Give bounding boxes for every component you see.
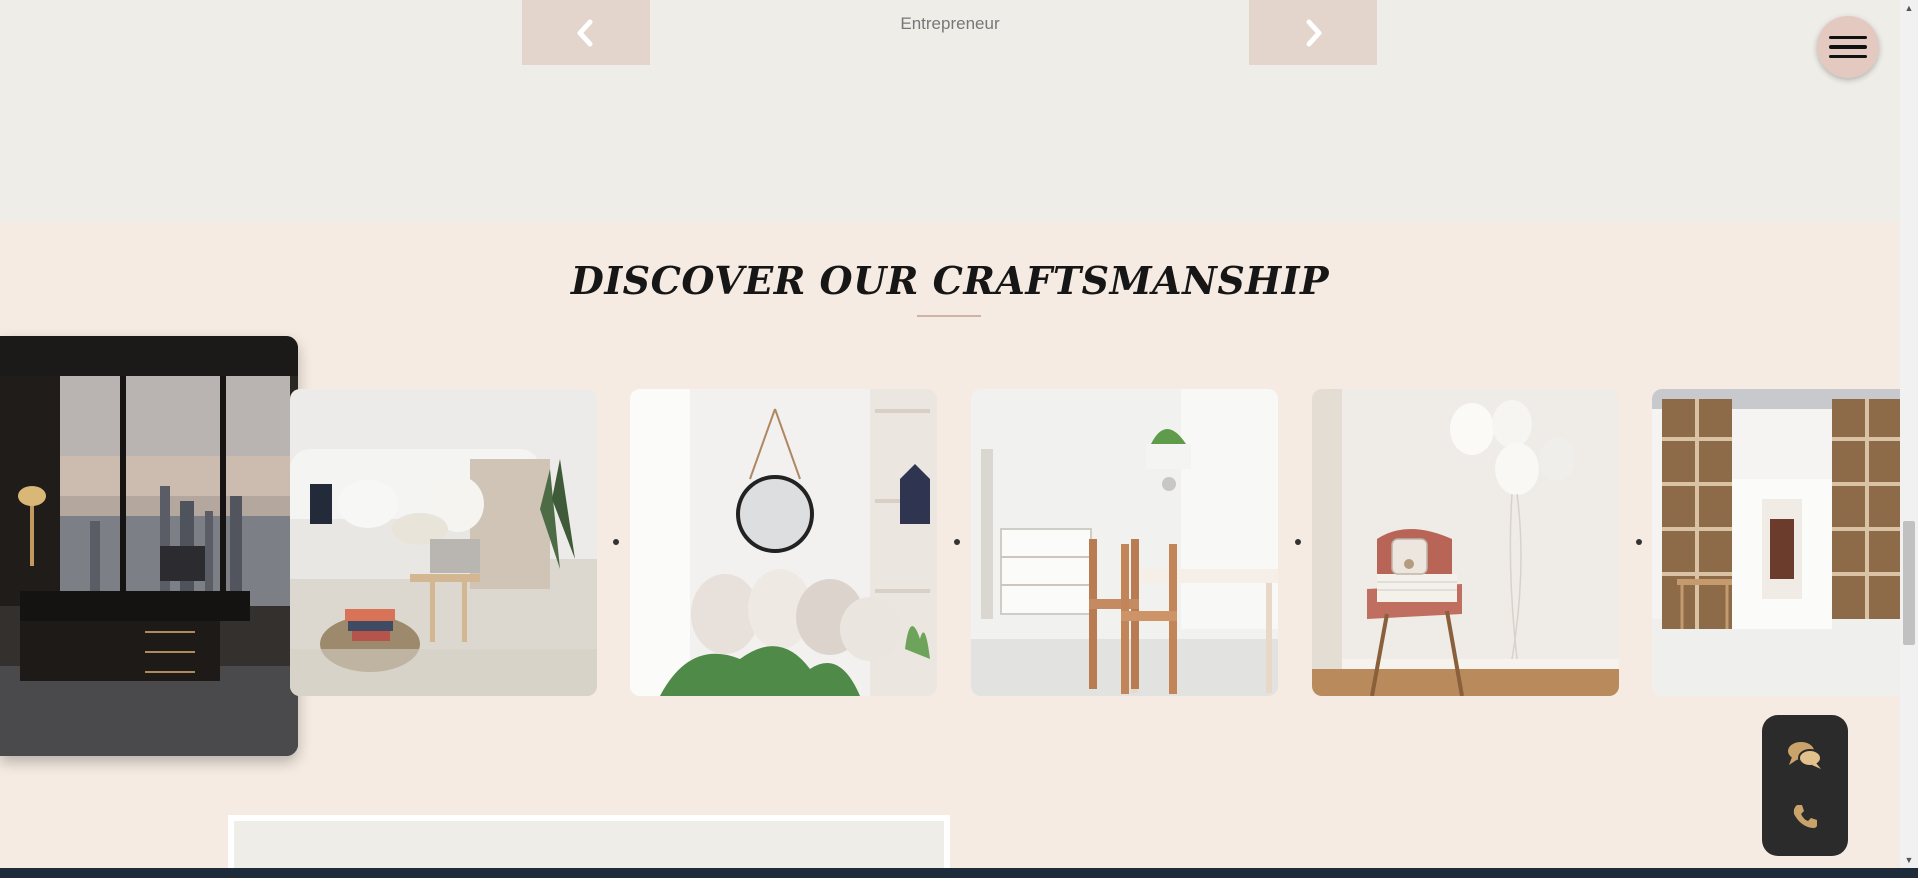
scroll-thumb[interactable] [1903,521,1915,645]
gallery-tile-mirror-cushions-corner[interactable] [630,389,937,696]
chat-button[interactable] [1785,735,1825,775]
chevron-left-icon [577,19,593,46]
vertical-scrollbar[interactable]: ▲ ▼ [1900,0,1918,868]
page: Entrepreneur DISCOVER OUR CRAFTSMANSHIP [0,0,1900,868]
craftsmanship-section: DISCOVER OUR CRAFTSMANSHIP [0,222,1900,868]
title-divider [917,315,981,317]
white-dining-room-image [971,389,1278,696]
executive-office-image [0,336,298,756]
testimonial-prev-button[interactable] [522,0,650,65]
os-taskbar [0,868,1918,878]
section-title: DISCOVER OUR CRAFTSMANSHIP [570,258,1330,303]
gallery-tile-pink-chair-balloons[interactable] [1312,389,1619,696]
gallery-tile-bookshelf-loft[interactable] [1652,389,1900,696]
bookshelf-loft-image [1652,389,1900,696]
cozy-sofa-nook-image [290,389,597,696]
gallery-tile-cozy-sofa-nook[interactable] [290,389,597,696]
contact-form-panel [228,815,950,868]
scroll-down-arrow-icon[interactable]: ▼ [1900,852,1918,868]
phone-icon [1793,804,1817,828]
carousel-dot[interactable] [1636,539,1642,545]
contact-widget [1762,715,1848,856]
carousel-dot[interactable] [954,539,960,545]
chat-bubbles-icon [1788,742,1822,770]
hamburger-menu-icon [1829,35,1867,40]
phone-button[interactable] [1785,796,1825,836]
testimonial-next-button[interactable] [1249,0,1377,65]
testimonial-role: Entrepreneur [900,14,1000,33]
mirror-cushions-corner-image [630,389,937,696]
gallery-tile-executive-office[interactable] [0,336,298,756]
testimonial-section: Entrepreneur [0,0,1900,222]
hamburger-menu-button[interactable] [1817,16,1879,78]
chevron-right-icon [1306,19,1322,46]
carousel-dot[interactable] [613,539,619,545]
scroll-up-arrow-icon[interactable]: ▲ [1900,0,1918,16]
gallery-tile-white-dining-room[interactable] [971,389,1278,696]
carousel-dot[interactable] [1295,539,1301,545]
pink-chair-balloons-image [1312,389,1619,696]
